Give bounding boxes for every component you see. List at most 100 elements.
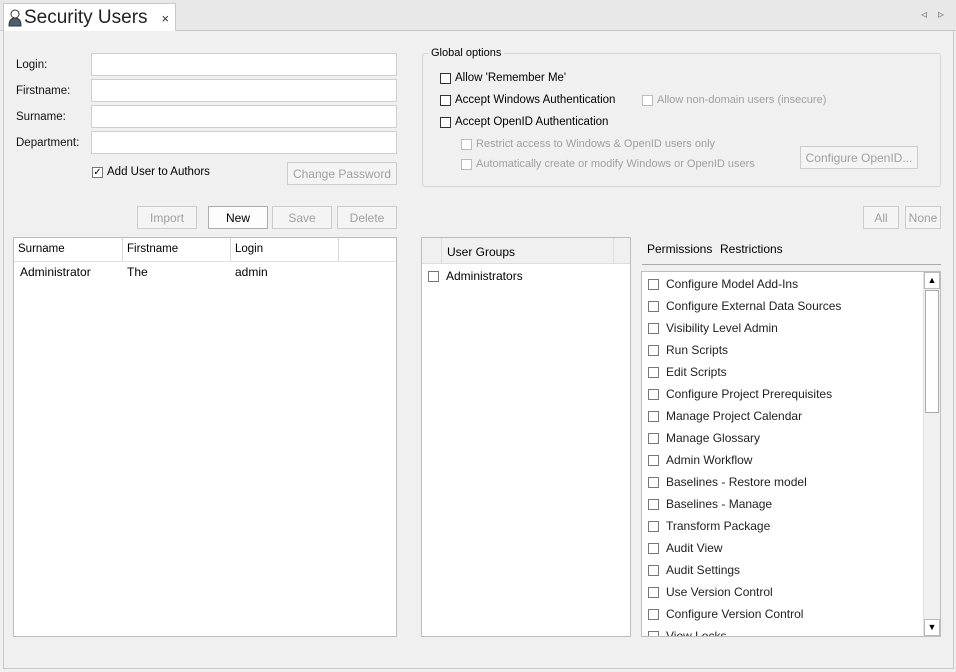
close-icon[interactable]: × [162, 11, 170, 26]
permission-label: Audit Settings [666, 563, 741, 577]
permission-label: View Locks [666, 629, 727, 637]
permission-item[interactable]: Configure Model Add-Ins [642, 273, 940, 295]
permission-item[interactable]: Edit Scripts [642, 361, 940, 383]
groups-header: User Groups [422, 238, 630, 264]
change-password-button[interactable]: Change Password [287, 162, 397, 185]
permission-label: Use Version Control [666, 585, 773, 599]
permission-checkbox[interactable] [648, 564, 659, 576]
permission-checkbox[interactable] [648, 586, 659, 598]
permission-item[interactable]: Manage Glossary [642, 427, 940, 449]
select-none-button[interactable]: None [905, 206, 941, 229]
permission-checkbox[interactable] [648, 322, 659, 334]
tab-permissions[interactable]: Permissions [647, 242, 712, 256]
restrict-access-checkbox[interactable]: Restrict access to Windows & OpenID user… [461, 138, 715, 150]
column-firstname[interactable]: Firstname [123, 238, 231, 261]
tab-security-users[interactable]: Security Users × [3, 3, 176, 32]
permission-label: Configure Project Prerequisites [666, 387, 833, 401]
permission-checkbox[interactable] [648, 388, 659, 400]
permission-item[interactable]: Manage Project Calendar [642, 405, 940, 427]
firstname-input[interactable] [91, 79, 397, 102]
scroll-right-icon[interactable]: ▹ [938, 7, 944, 21]
permission-checkbox[interactable] [648, 366, 659, 378]
permission-item[interactable]: Transform Package [642, 515, 940, 537]
scrollbar-thumb[interactable] [925, 290, 939, 413]
import-button[interactable]: Import [137, 206, 197, 229]
permission-item[interactable]: Baselines - Manage [642, 493, 940, 515]
list-item[interactable]: Administrators [422, 264, 630, 288]
add-to-authors-checkbox[interactable]: ✓ Add User to Authors [92, 166, 210, 178]
permission-checkbox[interactable] [648, 410, 659, 422]
permission-checkbox[interactable] [648, 630, 659, 636]
permission-label: Configure Version Control [666, 607, 804, 621]
permission-label: Baselines - Manage [666, 497, 773, 511]
permission-checkbox[interactable] [648, 498, 659, 510]
new-button[interactable]: New [208, 206, 268, 229]
permissions-list: Configure Model Add-Ins Configure Externa… [641, 271, 941, 637]
permission-label: Run Scripts [666, 343, 729, 357]
tab-restrictions[interactable]: Restrictions [720, 242, 783, 256]
openid-auth-label: Accept OpenID Authentication [455, 116, 609, 128]
permission-item[interactable]: Use Version Control [642, 581, 940, 603]
group-label: Administrators [446, 269, 523, 283]
permission-checkbox[interactable] [648, 432, 659, 444]
permission-label: Visibility Level Admin [666, 321, 778, 335]
permission-item[interactable]: Admin Workflow [642, 449, 940, 471]
permission-item[interactable]: Visibility Level Admin [642, 317, 940, 339]
department-input[interactable] [91, 131, 397, 154]
firstname-label: Firstname: [16, 85, 71, 97]
auto-create-checkbox[interactable]: Automatically create or modify Windows o… [461, 158, 755, 170]
permission-label: Configure External Data Sources [666, 299, 842, 313]
scroll-left-icon[interactable]: ◃ [921, 7, 927, 21]
surname-input[interactable] [91, 105, 397, 128]
select-all-button[interactable]: All [863, 206, 899, 229]
table-row[interactable]: Administrator The admin [14, 262, 396, 282]
permission-checkbox[interactable] [648, 542, 659, 554]
login-label: Login: [16, 59, 48, 71]
department-label: Department: [16, 137, 80, 149]
save-button[interactable]: Save [272, 206, 332, 229]
permission-checkbox[interactable] [648, 454, 659, 466]
permission-checkbox[interactable] [648, 278, 659, 290]
permission-checkbox[interactable] [648, 344, 659, 356]
permission-label: Edit Scripts [666, 365, 727, 379]
permission-item[interactable]: Configure Project Prerequisites [642, 383, 940, 405]
permission-item[interactable]: Baselines - Restore model [642, 471, 940, 493]
permission-item[interactable]: View Locks [642, 625, 940, 637]
permission-label: Audit View [666, 541, 723, 555]
scrollbar[interactable]: ▲ ▼ [923, 272, 940, 636]
permission-checkbox[interactable] [648, 476, 659, 488]
permission-item[interactable]: Audit View [642, 537, 940, 559]
cell-login: admin [235, 265, 268, 279]
column-surname[interactable]: Surname [14, 238, 123, 261]
tab-bar: Security Users × ◃ ▹ [0, 0, 956, 32]
permission-item[interactable]: Run Scripts [642, 339, 940, 361]
delete-button[interactable]: Delete [337, 206, 397, 229]
permission-item[interactable]: Audit Settings [642, 559, 940, 581]
remember-me-checkbox[interactable]: Allow 'Remember Me' [440, 72, 566, 84]
permission-label: Configure Model Add-Ins [666, 277, 799, 291]
column-filler [339, 238, 396, 261]
permission-checkbox[interactable] [648, 520, 659, 532]
scroll-down-icon[interactable]: ▼ [924, 619, 940, 636]
auto-create-label: Automatically create or modify Windows o… [476, 158, 755, 170]
openid-auth-checkbox[interactable]: Accept OpenID Authentication [440, 116, 608, 128]
permission-checkbox[interactable] [648, 300, 659, 312]
column-login[interactable]: Login [231, 238, 339, 261]
remember-me-label: Allow 'Remember Me' [455, 72, 567, 84]
non-domain-label: Allow non-domain users (insecure) [657, 94, 827, 106]
permission-checkbox[interactable] [648, 608, 659, 620]
configure-openid-button[interactable]: Configure OpenID... [800, 146, 918, 169]
permission-item[interactable]: Configure Version Control [642, 603, 940, 625]
add-to-authors-label: Add User to Authors [107, 166, 210, 178]
login-input[interactable] [91, 53, 397, 76]
permission-label: Manage Glossary [666, 431, 761, 445]
non-domain-checkbox[interactable]: Allow non-domain users (insecure) [642, 94, 826, 106]
tab-title: Security Users [24, 7, 148, 28]
user-groups-header[interactable]: User Groups [442, 238, 614, 263]
surname-label: Surname: [16, 111, 66, 123]
windows-auth-checkbox[interactable]: Accept Windows Authentication [440, 94, 615, 106]
scroll-up-icon[interactable]: ▲ [924, 272, 940, 289]
user-groups-list: User Groups Administrators [421, 237, 631, 637]
permission-item[interactable]: Configure External Data Sources [642, 295, 940, 317]
users-table: Surname Firstname Login Administrator Th… [13, 237, 397, 637]
